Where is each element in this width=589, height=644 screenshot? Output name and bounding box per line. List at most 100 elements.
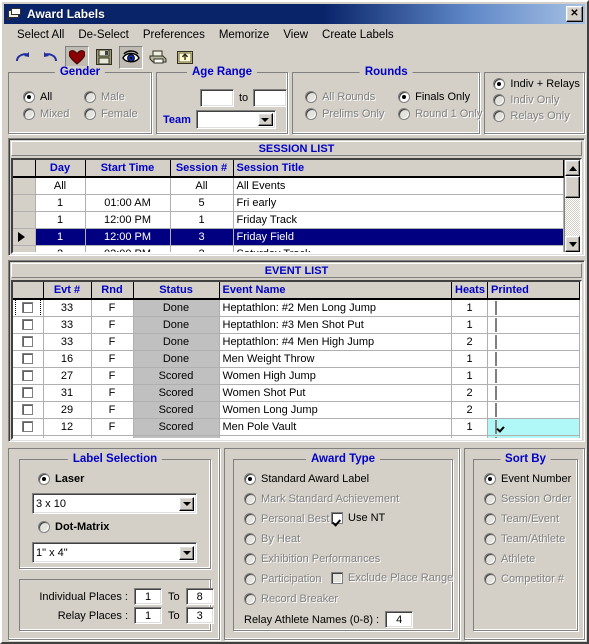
event-col-evt-num[interactable]: Evt # <box>43 282 92 300</box>
print-icon[interactable] <box>146 46 170 69</box>
radio-by-heat[interactable]: By Heat <box>244 533 300 545</box>
checkbox-icon[interactable] <box>22 404 34 415</box>
checkbox-icon[interactable] <box>22 387 34 398</box>
menu-view[interactable]: View <box>276 27 315 43</box>
menu-preferences[interactable]: Preferences <box>136 27 212 43</box>
radio-competitor-num[interactable]: Competitor # <box>484 573 564 585</box>
radio-indiv-only[interactable]: Indiv Only <box>493 94 579 106</box>
cell-printed[interactable] <box>487 435 580 438</box>
exclude-place-range-checkbox[interactable]: Exclude Place Range <box>331 572 453 584</box>
radio-session-order[interactable]: Session Order <box>484 493 571 505</box>
table-row[interactable]: 33 F Done Heptathlon: #2 Men Long Jump 1 <box>13 299 580 317</box>
cell-printed[interactable] <box>487 350 580 368</box>
dot-matrix-size-select[interactable]: 1" x 4" <box>32 542 197 563</box>
cell-select-check[interactable] <box>13 435 44 440</box>
radio-record-breaker[interactable]: Record Breaker <box>244 593 338 605</box>
cell-printed[interactable] <box>487 384 580 402</box>
event-col-printed[interactable]: Printed <box>487 282 580 300</box>
radio-team-athlete[interactable]: Team/Athlete <box>484 533 565 545</box>
checkbox-icon[interactable] <box>22 353 34 364</box>
chevron-down-icon[interactable] <box>179 546 194 560</box>
table-row[interactable]: 33 F Done Heptathlon: #4 Men High Jump 2 <box>13 333 580 351</box>
cell-printed[interactable] <box>487 316 580 334</box>
checkbox-icon[interactable] <box>495 402 497 417</box>
radio-laser[interactable]: Laser <box>38 473 84 485</box>
cell-printed[interactable] <box>487 367 580 385</box>
session-col-title[interactable]: Session Title <box>233 160 564 178</box>
table-row[interactable]: 27 F Scored Women High Jump 1 <box>13 367 580 385</box>
cell-printed[interactable] <box>487 299 580 317</box>
menu-de-select[interactable]: De-Select <box>71 27 136 43</box>
close-button[interactable]: ✕ <box>566 6 583 22</box>
radio-relays-only[interactable]: Relays Only <box>493 110 579 122</box>
event-list-grid[interactable]: Evt # Rnd Status Event Name Heats Printe… <box>11 280 582 440</box>
individual-places-to[interactable]: 8 <box>185 588 214 605</box>
checkbox-icon[interactable] <box>22 336 34 347</box>
radio-gender-female[interactable]: Female <box>84 108 138 120</box>
scroll-down-icon[interactable] <box>565 236 580 252</box>
checkbox-icon[interactable] <box>495 368 497 383</box>
redo-icon[interactable] <box>11 46 35 69</box>
table-row[interactable]: All All All Events <box>13 177 564 195</box>
checkbox-icon[interactable] <box>495 351 497 366</box>
checkbox-icon[interactable] <box>22 421 34 432</box>
radio-standard-award-label[interactable]: Standard Award Label <box>244 473 369 485</box>
table-row[interactable]: 29 F Scored Women Long Jump 2 <box>13 401 580 419</box>
checkbox-icon[interactable] <box>331 572 343 584</box>
checkbox-icon[interactable] <box>495 334 497 349</box>
radio-athlete[interactable]: Athlete <box>484 553 535 565</box>
relay-athlete-names-input[interactable]: 4 <box>385 611 414 628</box>
radio-gender-male[interactable]: Male <box>84 91 138 103</box>
cell-select-check[interactable] <box>13 333 44 351</box>
menu-select-all[interactable]: Select All <box>10 27 71 43</box>
radio-dot-matrix[interactable]: Dot-Matrix <box>38 521 109 533</box>
checkbox-icon[interactable] <box>22 319 34 330</box>
table-row[interactable]: 16 F Done Men Weight Throw 1 <box>13 350 580 368</box>
table-row-selected[interactable]: 1 12:00 PM 3 Friday Field <box>13 228 564 246</box>
radio-gender-mixed[interactable]: Mixed <box>23 108 69 120</box>
checkbox-icon[interactable] <box>22 370 34 381</box>
table-row[interactable]: 13 F Scored Men Long Jump 2 <box>13 435 580 440</box>
checkbox-icon[interactable] <box>495 436 497 438</box>
scrollbar-thumb[interactable] <box>565 176 580 198</box>
individual-places-from[interactable]: 1 <box>134 588 162 605</box>
radio-finals-only[interactable]: Finals Only <box>398 91 482 103</box>
cell-printed[interactable] <box>487 401 580 419</box>
radio-exhibition-performances[interactable]: Exhibition Performances <box>244 553 380 565</box>
table-row[interactable]: 1 12:00 PM 1 Friday Track <box>13 211 564 229</box>
laser-size-select[interactable]: 3 x 10 <box>32 493 197 514</box>
cell-select-check[interactable] <box>13 350 44 368</box>
scrollbar-track[interactable] <box>565 176 580 236</box>
radio-participation[interactable]: Participation <box>244 573 322 585</box>
preview-eye-icon[interactable] <box>119 45 143 69</box>
checkbox-icon[interactable] <box>22 438 33 440</box>
event-col-heats[interactable]: Heats <box>451 282 488 300</box>
radio-round-1-only[interactable]: Round 1 Only <box>398 108 482 120</box>
radio-event-number[interactable]: Event Number <box>484 473 571 485</box>
radio-personal-best[interactable]: Personal Best <box>244 513 329 525</box>
radio-indiv-plus-relays[interactable]: Indiv + Relays <box>493 78 580 90</box>
table-row[interactable]: 1 01:00 AM 5 Fri early <box>13 194 564 212</box>
event-col-name[interactable]: Event Name <box>219 282 452 300</box>
session-list-scrollbar[interactable] <box>564 160 580 252</box>
scroll-up-icon[interactable] <box>565 160 580 176</box>
radio-gender-all[interactable]: All <box>23 91 69 103</box>
relay-places-to[interactable]: 3 <box>185 607 214 624</box>
relay-places-from[interactable]: 1 <box>134 607 162 624</box>
cell-select-check[interactable] <box>13 401 44 419</box>
radio-all-rounds[interactable]: All Rounds <box>305 91 384 103</box>
chevron-down-icon[interactable] <box>179 497 194 511</box>
session-list-grid[interactable]: Day Start Time Session # Session Title A… <box>11 158 582 254</box>
checkbox-icon[interactable] <box>331 512 343 524</box>
cell-select-check[interactable] <box>13 367 44 385</box>
session-col-session-num[interactable]: Session # <box>170 160 234 178</box>
session-col-day[interactable]: Day <box>35 160 86 178</box>
event-col-rnd[interactable]: Rnd <box>91 282 134 300</box>
menu-memorize[interactable]: Memorize <box>212 27 276 43</box>
cell-select-check[interactable] <box>13 316 44 334</box>
session-col-start-time[interactable]: Start Time <box>85 160 171 178</box>
use-nt-checkbox[interactable]: Use NT <box>331 512 385 524</box>
checkbox-icon[interactable] <box>495 317 497 332</box>
table-row[interactable]: 33 F Done Heptathlon: #3 Men Shot Put 1 <box>13 316 580 334</box>
menu-create-labels[interactable]: Create Labels <box>315 27 401 43</box>
